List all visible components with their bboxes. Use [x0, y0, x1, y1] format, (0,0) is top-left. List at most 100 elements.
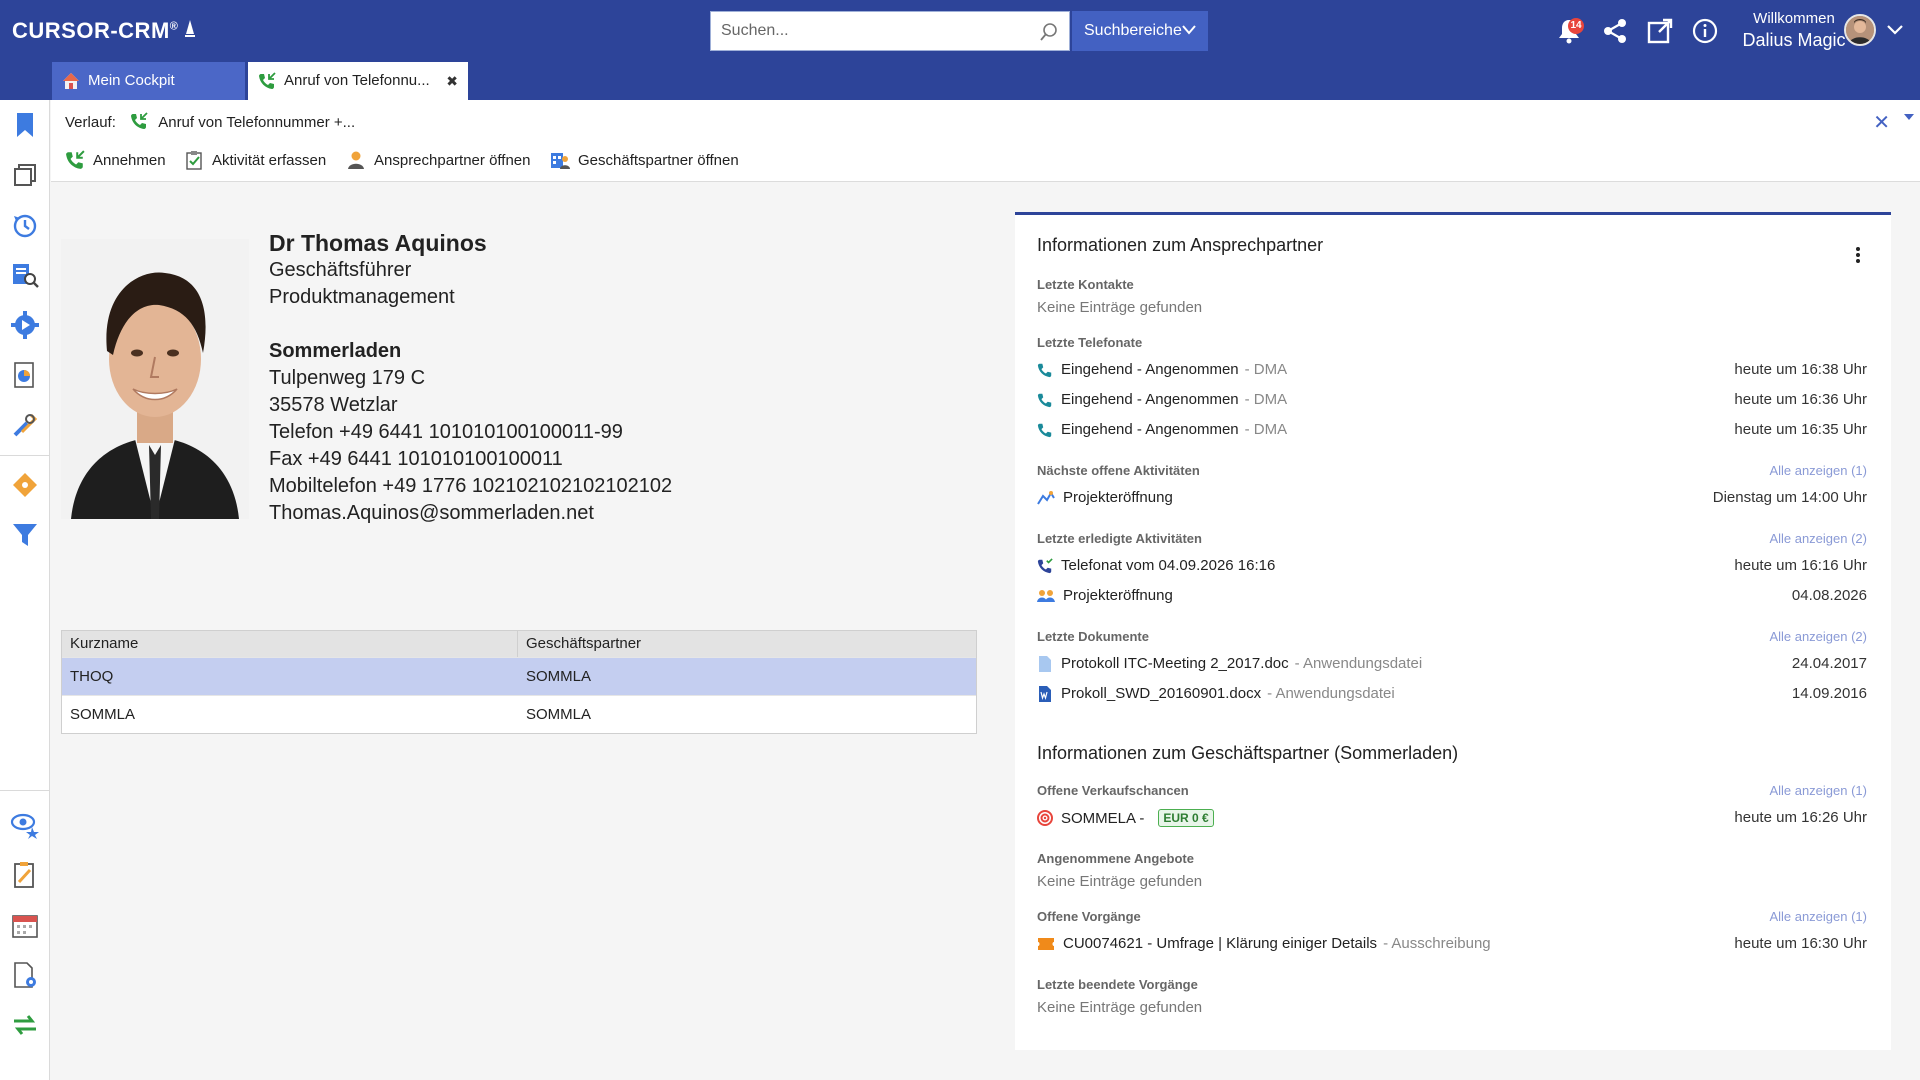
item-sub: - Anwendungsdatei — [1294, 655, 1423, 672]
contact-position: Geschäftsführer — [269, 259, 412, 281]
tab-anruf[interactable]: Anruf von Telefonnu... ✖ — [248, 62, 468, 100]
incoming-call-icon — [259, 72, 276, 89]
sidebar-divider — [0, 455, 50, 456]
phone-icon — [1037, 393, 1052, 407]
empty-text: Keine Einträge gefunden — [1037, 873, 1203, 890]
section-open-opps: Offene Verkaufschancen — [1037, 783, 1189, 798]
document-settings-icon[interactable] — [10, 960, 40, 990]
list-item[interactable]: CU0074621 - Umfrage | Klärung einiger De… — [1037, 935, 1491, 952]
info-panel: Informationen zum Ansprechpartner Letzte… — [1015, 212, 1891, 1050]
list-item[interactable]: Prokoll_SWD_20160901.docx - Anwendungsdat… — [1037, 685, 1395, 702]
open-contact-label: Ansprechpartner öffnen — [374, 151, 531, 169]
list-item[interactable]: Eingehend - Angenommen - DMA — [1037, 361, 1287, 378]
open-partner-button[interactable]: Geschäftspartner öffnen — [550, 150, 739, 170]
item-text: Eingehend - Angenommen — [1061, 421, 1239, 438]
tools-icon[interactable] — [10, 410, 40, 440]
section-last-docs: Letzte Dokumente — [1037, 629, 1149, 644]
chevron-down-icon — [1182, 25, 1196, 35]
history-toolbar: Verlauf: Anruf von Telefonnummer +... ✕ … — [51, 100, 1920, 182]
list-item[interactable]: Eingehend - Angenommen - DMA — [1037, 391, 1287, 408]
contact-street: Tulpenweg 179 C — [269, 367, 426, 389]
watch-star-icon[interactable] — [10, 810, 40, 840]
accept-label: Annehmen — [93, 151, 166, 169]
section-last-contacts: Letzte Kontakte — [1037, 277, 1134, 292]
caret-down-icon[interactable] — [1904, 114, 1914, 120]
tab-close-button[interactable]: ✖ — [446, 62, 458, 100]
user-menu-chevron-icon[interactable] — [1886, 24, 1904, 36]
info-partner-title: Informationen zum Geschäftspartner (Somm… — [1037, 743, 1459, 763]
sidebar-divider — [0, 790, 50, 791]
list-item[interactable]: Telefonat vom 04.09.2026 16:16 — [1037, 557, 1275, 574]
empty-text: Keine Einträge gefunden — [1037, 999, 1203, 1016]
contact-phone[interactable]: Telefon +49 6441 101010100100011-99 — [269, 419, 672, 446]
ticket-icon[interactable] — [10, 470, 40, 500]
word-document-icon — [1039, 685, 1051, 702]
show-all-link[interactable]: Alle anzeigen (1) — [1769, 463, 1867, 478]
phone-done-icon — [1037, 557, 1053, 573]
item-text: CU0074621 - Umfrage | Klärung einiger De… — [1063, 935, 1378, 952]
user-name[interactable]: Dalius Magic — [1740, 30, 1848, 51]
history-icon[interactable] — [10, 210, 40, 240]
bookmark-icon[interactable] — [10, 110, 40, 140]
item-date: heute um 16:16 Uhr — [1734, 557, 1867, 574]
list-item[interactable]: SOMMELA - EUR 0 € — [1037, 809, 1214, 827]
sidebar — [0, 100, 50, 1080]
capture-activity-label: Aktivität erfassen — [212, 151, 327, 169]
tab-mein-cockpit[interactable]: Mein Cockpit — [52, 62, 245, 100]
task-note-icon[interactable] — [10, 860, 40, 890]
filter-icon[interactable] — [10, 520, 40, 550]
contact-company: Sommerladen — [269, 340, 402, 362]
more-vert-icon[interactable] — [1855, 245, 1861, 265]
list-item[interactable]: Projekteröffnung — [1037, 489, 1173, 506]
report-icon[interactable] — [10, 360, 40, 390]
open-contact-button[interactable]: Ansprechpartner öffnen — [346, 150, 531, 170]
calendar-icon[interactable] — [10, 910, 40, 940]
app-logo[interactable]: CURSOR-CRM® — [12, 18, 195, 44]
empty-text: Keine Einträge gefunden — [1037, 299, 1203, 316]
table-row[interactable]: THOQ SOMMLA — [62, 657, 976, 695]
list-item[interactable]: Protokoll ITC-Meeting 2_2017.doc - Anwend… — [1037, 655, 1422, 672]
share-icon[interactable] — [1600, 16, 1630, 46]
process-gear-icon[interactable] — [10, 310, 40, 340]
item-date: 14.09.2016 — [1791, 685, 1867, 702]
show-all-link[interactable]: Alle anzeigen (1) — [1769, 909, 1867, 924]
item-text: Projekteröffnung — [1063, 489, 1173, 506]
list-item[interactable]: Eingehend - Angenommen - DMA — [1037, 421, 1287, 438]
contact-email[interactable]: Thomas.Aquinos@sommerladen.net — [269, 500, 672, 527]
tab-label: Mein Cockpit — [88, 72, 175, 89]
item-sub: - DMA — [1244, 391, 1288, 408]
windows-icon[interactable] — [10, 160, 40, 190]
show-all-link[interactable]: Alle anzeigen (2) — [1769, 629, 1867, 644]
info-icon[interactable] — [1690, 16, 1720, 46]
history-value[interactable]: Anruf von Telefonnummer +... — [158, 114, 355, 131]
user-avatar-icon — [1846, 16, 1874, 44]
search-box — [710, 11, 1070, 51]
show-all-link[interactable]: Alle anzeigen (2) — [1769, 531, 1867, 546]
column-header-kurzname[interactable]: Kurzname — [62, 631, 518, 657]
ticket-icon — [1038, 937, 1054, 950]
breadcrumb: Verlauf: Anruf von Telefonnummer +... — [65, 112, 355, 131]
search-input[interactable] — [719, 12, 1029, 50]
sync-icon[interactable] — [10, 1010, 40, 1040]
external-link-icon[interactable] — [1645, 16, 1675, 46]
accept-call-icon — [66, 150, 85, 169]
close-icon[interactable]: ✕ — [1873, 110, 1890, 135]
table-cell: SOMMLA — [526, 668, 592, 685]
table-row[interactable]: SOMMLA SOMMLA — [62, 695, 976, 733]
list-item[interactable]: Projekteröffnung — [1037, 587, 1173, 604]
accept-call-button[interactable]: Annehmen — [65, 150, 166, 170]
column-header-partner[interactable]: Geschäftspartner — [518, 631, 641, 657]
welcome-text: Willkommen — [1753, 10, 1835, 27]
incoming-call-icon — [131, 112, 148, 129]
contact-mobile[interactable]: Mobiltelefon +49 1776 102102102102102102 — [269, 473, 672, 500]
capture-activity-button[interactable]: Aktivität erfassen — [184, 150, 326, 170]
avatar[interactable] — [1844, 14, 1876, 46]
welcome-block: Willkommen Dalius Magic — [1740, 10, 1848, 51]
meeting-icon — [1037, 589, 1055, 602]
search-icon[interactable] — [1039, 22, 1059, 42]
item-sub: - Ausschreibung — [1383, 935, 1491, 952]
show-all-link[interactable]: Alle anzeigen (1) — [1769, 783, 1867, 798]
search-scope-dropdown[interactable]: Suchbereiche — [1072, 11, 1208, 51]
search-list-icon[interactable] — [10, 260, 40, 290]
phone-icon — [1037, 423, 1052, 437]
